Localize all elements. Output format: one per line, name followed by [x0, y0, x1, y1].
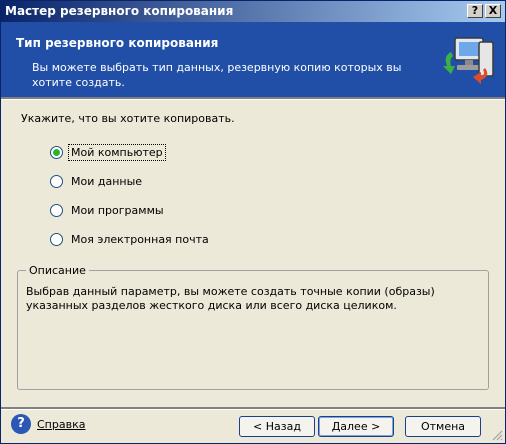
option-my-computer[interactable]: Мой компьютер — [50, 144, 166, 161]
close-title-button[interactable]: X — [485, 4, 501, 18]
next-button[interactable]: Далее > — [318, 416, 394, 437]
wizard-header: Тип резервного копирования Вы можете выб… — [1, 22, 505, 97]
option-my-programs[interactable]: Мои программы — [50, 203, 166, 218]
wizard-footer: ? Справка < Назад Далее > Отмена — [1, 410, 505, 443]
cancel-button[interactable]: Отмена — [405, 416, 481, 437]
title-bar[interactable]: Мастер резервного копирования ? X — [1, 1, 505, 22]
option-label[interactable]: Мои программы — [69, 203, 166, 218]
step-title: Тип резервного копирования — [16, 36, 219, 50]
description-text: Выбрав данный параметр, вы можете создат… — [26, 285, 435, 312]
option-label[interactable]: Мои данные — [69, 174, 144, 189]
description-group: Описание Выбрав данный параметр, вы може… — [17, 264, 489, 390]
option-label[interactable]: Мой компьютер — [68, 144, 166, 161]
window-title: Мастер резервного копирования — [5, 4, 234, 18]
help-title-button[interactable]: ? — [467, 4, 483, 18]
wizard-window: Мастер резервного копирования ? X Тип ре… — [0, 0, 506, 444]
help-link[interactable]: ? Справка — [11, 414, 85, 434]
radio-button[interactable] — [50, 204, 63, 217]
back-button[interactable]: < Назад — [239, 416, 315, 437]
radio-button[interactable] — [50, 233, 63, 246]
step-description: Вы можете выбрать тип данных, резервную … — [32, 61, 402, 89]
option-label[interactable]: Моя электронная почта — [69, 232, 211, 247]
radio-selected-dot — [53, 149, 60, 156]
help-label[interactable]: Справка — [37, 418, 85, 431]
radio-button[interactable] — [50, 175, 63, 188]
description-legend: Описание — [26, 264, 89, 277]
backup-wizard-icon — [443, 37, 494, 84]
option-my-data[interactable]: Мои данные — [50, 174, 144, 189]
question-icon[interactable]: ? — [11, 414, 31, 434]
selection-prompt: Укажите, что вы хотите копировать. — [21, 112, 235, 125]
wizard-content: Укажите, что вы хотите копировать. Мой к… — [1, 100, 505, 410]
radio-button[interactable] — [50, 146, 63, 159]
resize-grip-icon[interactable] — [491, 429, 503, 441]
option-my-email[interactable]: Моя электронная почта — [50, 232, 211, 247]
